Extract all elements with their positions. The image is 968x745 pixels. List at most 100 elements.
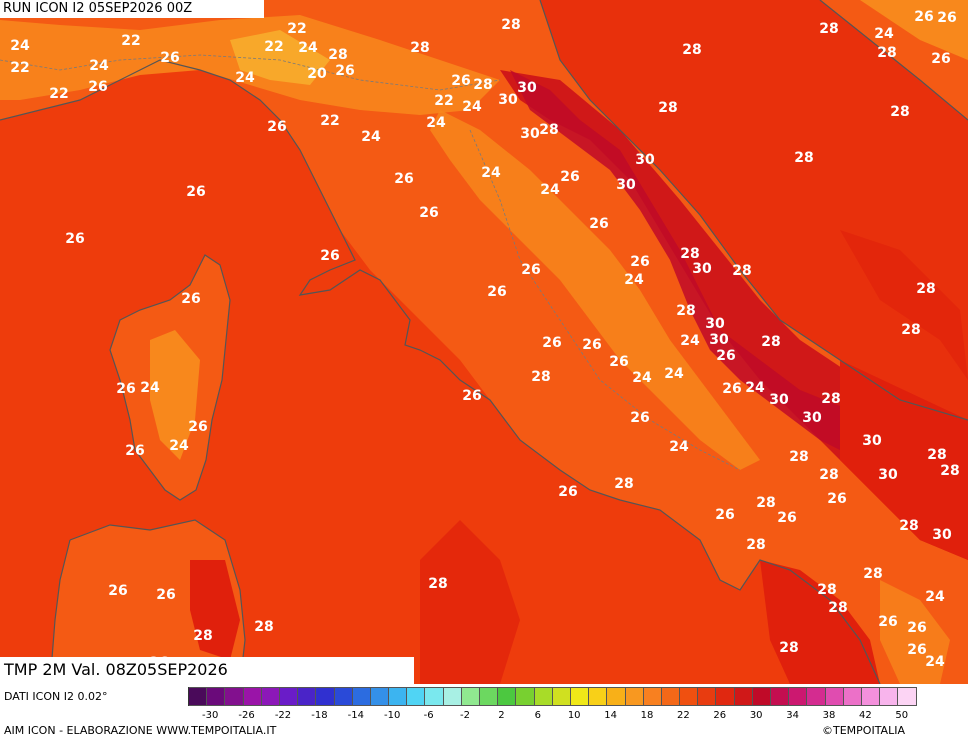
temperature-label: 28 bbox=[676, 303, 695, 319]
temperature-label: 30 bbox=[862, 433, 882, 449]
temperature-label: 28 bbox=[817, 582, 836, 598]
temperature-label: 28 bbox=[761, 334, 780, 350]
temperature-label: 24 bbox=[874, 26, 894, 42]
scale-tick-label: -2 bbox=[460, 710, 470, 721]
temperature-label: 30 bbox=[802, 410, 822, 426]
temperature-label: 26 bbox=[582, 337, 601, 353]
temperature-label: 28 bbox=[658, 100, 677, 116]
temperature-label: 28 bbox=[746, 537, 765, 553]
color-swatch bbox=[807, 687, 826, 706]
scale-tick-label: 30 bbox=[749, 710, 763, 721]
temperature-label: 28 bbox=[819, 21, 838, 37]
color-swatch bbox=[607, 687, 626, 706]
temperature-label: 28 bbox=[940, 463, 959, 479]
color-swatch bbox=[261, 687, 280, 706]
temperature-label: 26 bbox=[125, 443, 144, 459]
temperature-label: 28 bbox=[680, 246, 699, 262]
color-swatch bbox=[498, 687, 517, 706]
color-swatch bbox=[316, 687, 335, 706]
color-swatch bbox=[352, 687, 371, 706]
data-source-label: DATI ICON I2 0.02° bbox=[4, 690, 108, 703]
temperature-label: 30 bbox=[769, 392, 789, 408]
valid-time-title: TMP 2M Val. 08Z05SEP2026 bbox=[0, 657, 414, 684]
scale-tick-label: 22 bbox=[677, 710, 690, 721]
scale-tick-label: -30 bbox=[202, 710, 219, 721]
color-swatch bbox=[279, 687, 299, 706]
color-swatch bbox=[625, 687, 644, 706]
scale-tick-label: -6 bbox=[423, 710, 434, 721]
temperature-label: 28 bbox=[916, 281, 935, 297]
color-swatch bbox=[225, 687, 244, 706]
temperature-label: 26 bbox=[878, 614, 897, 630]
temperature-label: 26 bbox=[907, 620, 926, 636]
temperature-label: 26 bbox=[156, 587, 175, 603]
temperature-label: 22 bbox=[287, 21, 306, 37]
temperature-label: 26 bbox=[419, 205, 438, 221]
temperature-label: 28 bbox=[828, 600, 847, 616]
temperature-label: 26 bbox=[914, 9, 933, 25]
temperature-label: 22 bbox=[320, 113, 339, 129]
color-swatch bbox=[880, 687, 899, 706]
scale-tick-label: 2 bbox=[498, 710, 505, 721]
scale-tick-label: 26 bbox=[713, 710, 727, 721]
temperature-label: 26 bbox=[907, 642, 926, 658]
temperature-label: 26 bbox=[777, 510, 796, 526]
temperature-label: 24 bbox=[10, 38, 30, 54]
temperature-label: 26 bbox=[630, 254, 649, 270]
temperature-label: 26 bbox=[630, 410, 649, 426]
temperature-label: 28 bbox=[614, 476, 633, 492]
temperature-label: 28 bbox=[254, 619, 273, 635]
color-swatch bbox=[898, 687, 917, 706]
scale-tick-label: 6 bbox=[534, 710, 541, 721]
color-swatch bbox=[861, 687, 881, 706]
temperature-label: 30 bbox=[616, 177, 636, 193]
color-swatch bbox=[643, 687, 662, 706]
temperature-label: 26 bbox=[160, 50, 179, 66]
color-swatch bbox=[480, 687, 499, 706]
color-swatch bbox=[443, 687, 462, 706]
temperature-label: 28 bbox=[899, 518, 918, 534]
temperature-label: 30 bbox=[635, 152, 655, 168]
temperature-label: 26 bbox=[335, 63, 354, 79]
scale-tick-label: -22 bbox=[274, 710, 292, 721]
temperature-label: 28 bbox=[501, 17, 520, 33]
temperature-label: 30 bbox=[692, 261, 712, 277]
brand-label: ©TEMPOITALIA bbox=[822, 724, 905, 737]
color-scale-bar bbox=[188, 687, 917, 706]
scale-tick-label: 34 bbox=[786, 710, 799, 721]
temperature-label: 26 bbox=[487, 284, 506, 300]
temperature-label: 30 bbox=[705, 316, 725, 332]
temperature-label: 24 bbox=[462, 99, 482, 115]
temperature-label: 24 bbox=[624, 272, 644, 288]
temperature-label: 28 bbox=[877, 45, 896, 61]
temperature-label: 28 bbox=[779, 640, 798, 656]
credit-text: AIM ICON - ELABORAZIONE WWW.TEMPOITALIA.… bbox=[4, 724, 277, 737]
temperature-label: 26 bbox=[521, 262, 540, 278]
color-swatch bbox=[680, 687, 699, 706]
temperature-label: 26 bbox=[931, 51, 950, 67]
temperature-label: 24 bbox=[680, 333, 700, 349]
scale-tick-label: 50 bbox=[895, 710, 909, 721]
color-swatch bbox=[189, 687, 208, 706]
color-swatch bbox=[698, 687, 717, 706]
color-swatch bbox=[570, 687, 590, 706]
temperature-label: 26 bbox=[65, 231, 84, 247]
temperature-label: 30 bbox=[932, 527, 952, 543]
temperature-label: 26 bbox=[181, 291, 200, 307]
temperature-label: 28 bbox=[328, 47, 347, 63]
legend-panel: DATI ICON I2 0.02° -30 -26 -22 -18 -14 -10 -6-… bbox=[0, 684, 968, 745]
color-swatch bbox=[516, 687, 535, 706]
color-swatch bbox=[661, 687, 681, 706]
temperature-label: 30 bbox=[520, 126, 540, 142]
temperature-label: 26 bbox=[589, 216, 608, 232]
temperature-label: 22 bbox=[10, 60, 29, 76]
temperature-label: 28 bbox=[756, 495, 775, 511]
temperature-label: 26 bbox=[116, 381, 135, 397]
temperature-label: 26 bbox=[186, 184, 205, 200]
temperature-label: 28 bbox=[821, 391, 840, 407]
temperature-label: 24 bbox=[169, 438, 189, 454]
color-swatch bbox=[825, 687, 844, 706]
scale-tick-label: 10 bbox=[567, 710, 581, 721]
temperature-label: 22 bbox=[434, 93, 453, 109]
temperature-label: 24 bbox=[664, 366, 684, 382]
